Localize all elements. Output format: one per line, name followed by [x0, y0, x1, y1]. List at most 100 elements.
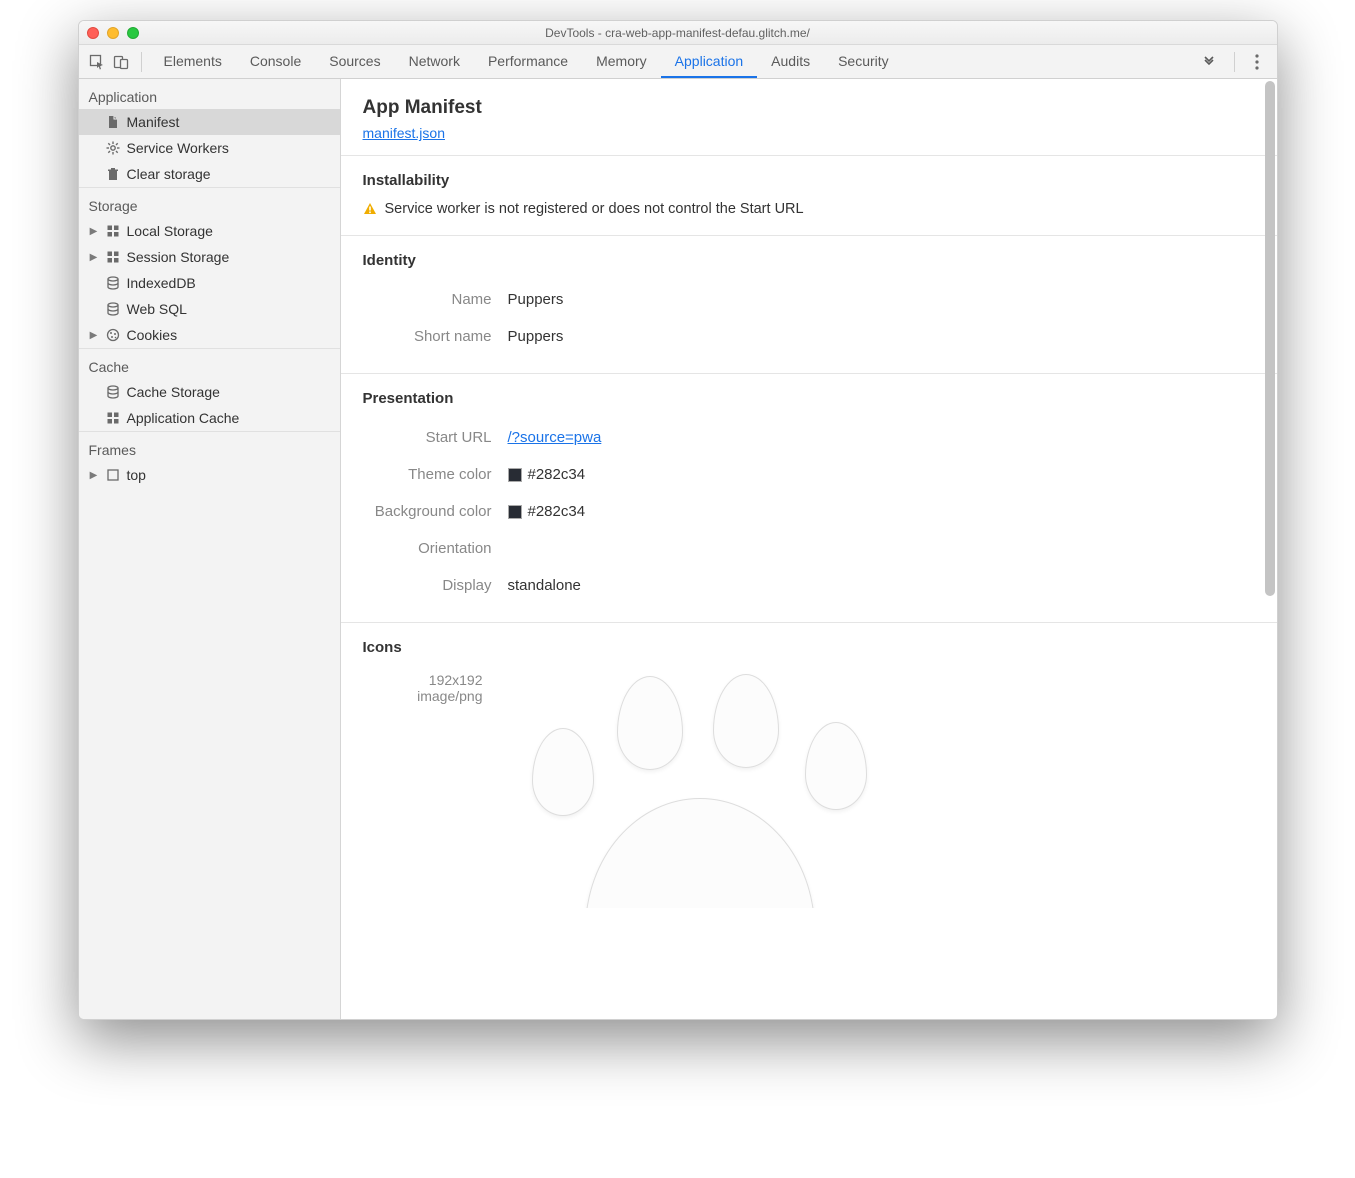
trash-icon — [105, 166, 121, 182]
themecolor-value: #282c34 — [528, 466, 586, 483]
grid-icon — [105, 410, 121, 426]
sidebar-group-cache: Cache — [79, 348, 340, 379]
presentation-title: Presentation — [363, 390, 1255, 407]
bgcolor-swatch — [508, 505, 522, 519]
sidebar-item-top[interactable]: ▶ top — [79, 462, 340, 488]
tab-application[interactable]: Application — [661, 45, 758, 78]
more-tabs-button[interactable] — [1192, 55, 1226, 69]
icons-title: Icons — [363, 639, 1255, 656]
icon-meta: 192x192 image/png — [363, 668, 483, 704]
close-window-button[interactable] — [87, 27, 99, 39]
installability-title: Installability — [363, 172, 1255, 189]
sidebar-item-service-workers[interactable]: Service Workers — [79, 135, 340, 161]
scrollbar-thumb[interactable] — [1265, 81, 1275, 596]
tab-memory[interactable]: Memory — [582, 45, 661, 78]
sidebar-item-cache-storage[interactable]: Cache Storage — [79, 379, 340, 405]
installability-section: Installability Service worker is not reg… — [341, 155, 1277, 235]
display-row: Display standalone — [363, 567, 1255, 604]
database-icon — [105, 275, 121, 291]
identity-name-row: Name Puppers — [363, 281, 1255, 318]
settings-menu-button[interactable] — [1243, 54, 1271, 70]
tab-elements[interactable]: Elements — [150, 45, 236, 78]
presentation-section: Presentation Start URL /?source=pwa Them… — [341, 373, 1277, 622]
sidebar-group-storage: Storage — [79, 187, 340, 218]
sidebar-item-label: Service Workers — [127, 140, 229, 156]
window-title: DevTools - cra-web-app-manifest-defau.gl… — [79, 26, 1277, 40]
expand-arrow-icon: ▶ — [89, 226, 99, 237]
themecolor-swatch — [508, 468, 522, 482]
sidebar-item-local-storage[interactable]: ▶ Local Storage — [79, 218, 340, 244]
bgcolor-value: #282c34 — [528, 503, 586, 520]
tab-sources[interactable]: Sources — [315, 45, 394, 78]
manifest-link[interactable]: manifest.json — [363, 125, 445, 141]
zoom-window-button[interactable] — [127, 27, 139, 39]
sidebar-group-application: Application — [79, 79, 340, 109]
orientation-label: Orientation — [363, 540, 508, 557]
sidebar-item-manifest[interactable]: Manifest — [79, 109, 340, 135]
tab-performance[interactable]: Performance — [474, 45, 582, 78]
frame-icon — [105, 467, 121, 483]
display-value: standalone — [508, 577, 581, 594]
expand-arrow-icon: ▶ — [89, 252, 99, 263]
file-icon — [105, 114, 121, 130]
starturl-row: Start URL /?source=pwa — [363, 419, 1255, 456]
installability-warning-text: Service worker is not registered or does… — [385, 201, 804, 217]
identity-section: Identity Name Puppers Short name Puppers — [341, 235, 1277, 373]
tab-console[interactable]: Console — [236, 45, 315, 78]
grid-icon — [105, 223, 121, 239]
warning-icon — [363, 202, 377, 216]
device-toggle-icon[interactable] — [109, 50, 133, 74]
manifest-header: App Manifest manifest.json — [341, 97, 1277, 155]
sidebar-item-label: Cookies — [127, 327, 178, 343]
devtools-window: DevTools - cra-web-app-manifest-defau.gl… — [78, 20, 1278, 1020]
application-sidebar: Application Manifest Service Workers Clear … — [79, 79, 341, 1019]
sidebar-item-clear-storage[interactable]: Clear storage — [79, 161, 340, 187]
identity-name-value: Puppers — [508, 291, 564, 308]
paw-icon — [527, 668, 897, 908]
cookie-icon — [105, 327, 121, 343]
gear-icon — [105, 140, 121, 156]
panel-body: Application Manifest Service Workers Clear … — [79, 79, 1277, 1019]
tab-audits[interactable]: Audits — [757, 45, 824, 78]
sidebar-item-label: top — [127, 467, 146, 483]
titlebar: DevTools - cra-web-app-manifest-defau.gl… — [79, 21, 1277, 45]
icons-section: Icons 192x192 image/png — [341, 622, 1277, 926]
grid-icon — [105, 249, 121, 265]
starturl-link[interactable]: /?source=pwa — [508, 429, 602, 446]
sidebar-item-session-storage[interactable]: ▶ Session Storage — [79, 244, 340, 270]
sidebar-item-indexeddb[interactable]: IndexedDB — [79, 270, 340, 296]
tab-network[interactable]: Network — [395, 45, 474, 78]
tab-security[interactable]: Security — [824, 45, 903, 78]
traffic-lights — [87, 27, 139, 39]
sidebar-item-label: IndexedDB — [127, 275, 196, 291]
sidebar-item-cookies[interactable]: ▶Cookies — [79, 322, 340, 348]
sidebar-item-label: Local Storage — [127, 223, 213, 239]
orientation-row: Orientation — [363, 530, 1255, 567]
identity-shortname-value: Puppers — [508, 328, 564, 345]
sidebar-item-label: Clear storage — [127, 166, 211, 182]
minimize-window-button[interactable] — [107, 27, 119, 39]
panel-tabs: ElementsConsoleSourcesNetworkPerformance… — [150, 45, 1192, 78]
sidebar-item-web-sql[interactable]: Web SQL — [79, 296, 340, 322]
sidebar-item-label: Manifest — [127, 114, 180, 130]
installability-warning: Service worker is not registered or does… — [363, 201, 1255, 217]
database-icon — [105, 301, 121, 317]
themecolor-row: Theme color #282c34 — [363, 456, 1255, 493]
manifest-panel: App Manifest manifest.json Installabilit… — [341, 79, 1277, 926]
identity-shortname-row: Short name Puppers — [363, 318, 1255, 355]
sidebar-item-application-cache[interactable]: Application Cache — [79, 405, 340, 431]
starturl-label: Start URL — [363, 429, 508, 446]
content-scrollbar[interactable] — [1265, 81, 1275, 1017]
icon-size: 192x192 — [363, 672, 483, 688]
expand-arrow-icon: ▶ — [89, 470, 99, 481]
bgcolor-label: Background color — [363, 503, 508, 520]
toolbar-separator — [141, 52, 142, 72]
inspect-element-icon[interactable] — [85, 50, 109, 74]
icons-body: 192x192 image/png — [363, 668, 1255, 908]
sidebar-item-label: Session Storage — [127, 249, 230, 265]
identity-shortname-label: Short name — [363, 328, 508, 345]
identity-name-label: Name — [363, 291, 508, 308]
application-content: App Manifest manifest.json Installabilit… — [341, 79, 1277, 1019]
icon-preview — [507, 668, 1255, 908]
bgcolor-row: Background color #282c34 — [363, 493, 1255, 530]
